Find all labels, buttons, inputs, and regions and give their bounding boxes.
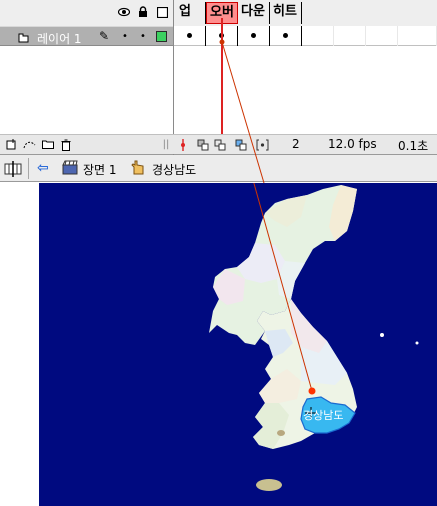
frame-cell-empty[interactable] [398,26,437,46]
frame-rate[interactable]: 12.0 fps [328,137,377,151]
panel-divider[interactable] [173,0,174,155]
scroll-grip-icon[interactable]: || [160,139,172,151]
frame-header-hit[interactable]: 히트 [270,2,302,24]
symbol-breadcrumb[interactable]: 경상남도 [152,161,196,178]
elapsed-time: 0.1초 [398,139,429,153]
frame-cell-hit[interactable] [270,26,302,46]
frames-area[interactable] [173,26,437,46]
timeline-footer: || 2 12.0 fps 0.1초 [0,134,437,154]
edit-bar: ⇦ 장면 1 경상남도 [0,155,437,182]
current-frame: 2 [292,137,300,151]
eye-icon[interactable] [118,6,130,18]
add-motion-guide-icon[interactable] [23,139,36,151]
scene-breadcrumb[interactable]: 장면 1 [83,161,117,178]
layer-row[interactable]: 레이어 1 ✎ • • [0,26,173,46]
onion-skin-icon[interactable] [197,139,209,151]
lock-icon[interactable] [137,6,149,18]
outline-color-swatch[interactable] [156,31,167,42]
button-symbol-icon [131,160,144,175]
pencil-icon: ✎ [99,29,110,43]
lock-dot[interactable]: • [140,31,146,42]
add-layer-icon[interactable] [5,139,17,151]
timeline-panel: 업 오버 다운 히트 레이어 1 ✎ • • || 2 12.0 fps 0.1… [0,0,437,155]
center-frame-icon[interactable] [177,139,189,151]
frame-header-up[interactable]: 업 [176,2,206,24]
frame-header-down[interactable]: 다운 [238,2,270,24]
frame-cell-empty[interactable] [366,26,398,46]
visibility-dot[interactable]: • [122,31,128,42]
onion-skin-outlines-icon[interactable] [214,139,226,151]
frame-cell-empty[interactable] [302,26,334,46]
region-label: 경상남도 [303,409,344,422]
modify-onion-markers-icon[interactable] [256,139,269,151]
timeline-header: 업 오버 다운 히트 [0,0,437,26]
clapperboard-icon [62,160,78,175]
layer-name[interactable]: 레이어 1 [37,30,82,47]
edit-multiple-frames-icon[interactable] [235,139,247,151]
outline-icon[interactable] [156,6,168,18]
frame-cell-up[interactable] [173,26,206,46]
frame-headers: 업 오버 다운 히트 [176,2,302,24]
frame-cell-empty[interactable] [334,26,366,46]
layer-column-header [0,0,173,26]
timeline-toggle-icon[interactable] [4,161,22,177]
frame-cell-down[interactable] [238,26,270,46]
korea-map [209,185,419,491]
trash-icon[interactable] [60,139,72,151]
folder-icon[interactable] [42,139,54,151]
stage-area[interactable]: 경상남도 [0,183,437,506]
back-arrow-icon[interactable]: ⇦ [37,160,49,176]
layer-icon [18,33,29,43]
playhead[interactable] [221,18,223,146]
separator [28,158,29,179]
